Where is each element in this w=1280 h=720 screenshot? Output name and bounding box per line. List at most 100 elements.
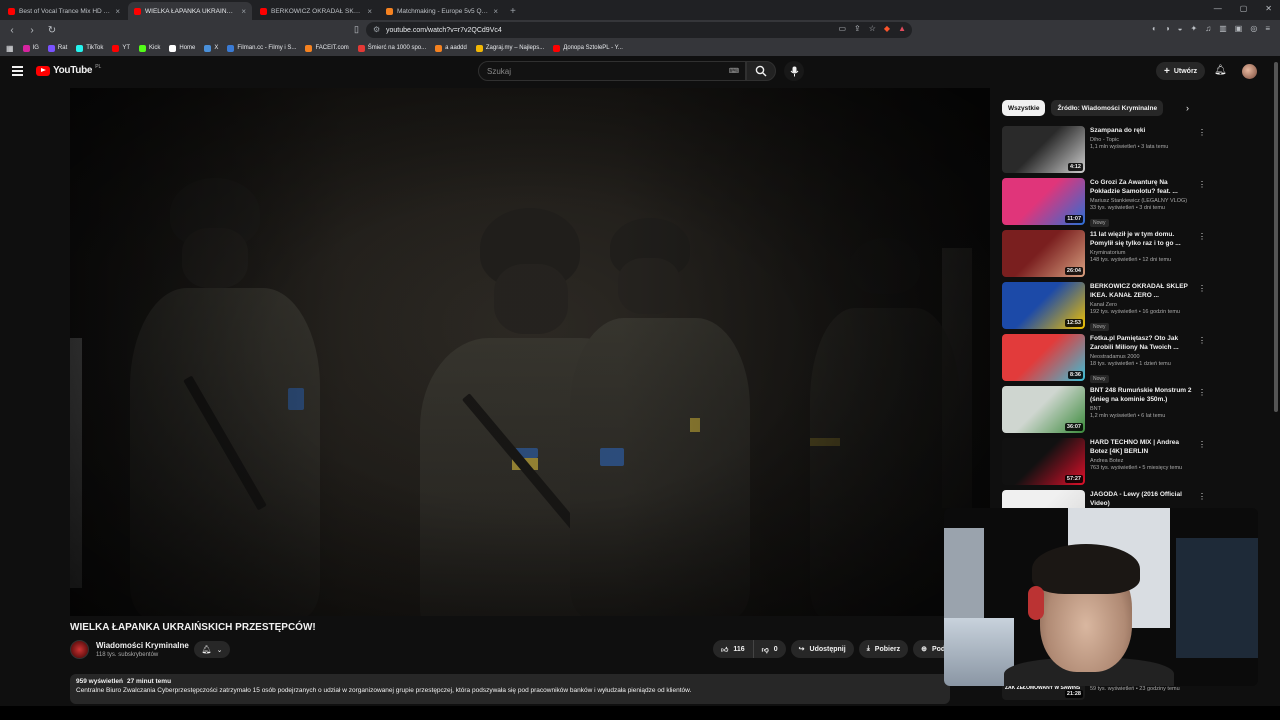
video-thumbnail[interactable]: 57:27 (1002, 438, 1085, 485)
channel-avatar[interactable] (70, 640, 89, 659)
sidebar-icon[interactable]: ▥ (1219, 24, 1227, 33)
bookmark-item[interactable]: Допора SztolePL - Y... (553, 44, 623, 52)
recommendation-item[interactable]: 36:07 BNT 248 Rumuńskie Monstrum 2 (śnieg… (1002, 386, 1212, 436)
bookmark-item[interactable]: X (204, 44, 218, 52)
share-button[interactable]: ↪ Udostępnij (790, 640, 854, 658)
channel-name[interactable]: Kanał Zero (1090, 302, 1198, 308)
bookmark-icon[interactable]: ▯ (354, 24, 359, 35)
video-title[interactable]: BERKOWICZ OKRADAŁ SKLEP IKEA. KANAŁ ZERO… (1090, 282, 1198, 300)
video-title[interactable]: HARD TECHNO MIX | Andrea Botez [4K] BERL… (1090, 438, 1198, 456)
close-tab-icon[interactable]: × (241, 7, 246, 16)
more-options-icon[interactable]: ⋮ (1198, 180, 1206, 189)
channel-name[interactable]: Andrea Botez (1090, 458, 1198, 464)
bookmark-item[interactable]: Filman.cc - Filmy i S... (227, 44, 296, 52)
media-icon[interactable]: ♫ (1205, 24, 1211, 33)
maximize-icon[interactable]: ▢ (1240, 4, 1248, 13)
youtube-logo[interactable]: YouTube PL (36, 64, 101, 76)
close-window-icon[interactable]: ✕ (1265, 4, 1272, 13)
more-options-icon[interactable]: ⋮ (1198, 440, 1206, 449)
more-options-icon[interactable]: ⋮ (1198, 232, 1206, 241)
channel-name[interactable]: Neostradamus 2000 (1090, 354, 1198, 360)
bookmark-item[interactable]: IG (22, 44, 39, 52)
video-player[interactable] (70, 88, 990, 616)
browser-tab[interactable]: Best of Vocal Trance Mix HD - YouTu...× (2, 2, 126, 20)
bookmark-item[interactable]: Home (169, 44, 195, 52)
channel-name[interactable]: BNT (1090, 406, 1198, 412)
notifications-bell-icon[interactable]: 🔔︎ (1214, 65, 1227, 76)
voice-search-button[interactable] (784, 61, 804, 81)
create-button[interactable]: + Utwórz (1156, 62, 1206, 80)
reload-icon[interactable]: ↻ (44, 25, 60, 36)
video-thumbnail[interactable]: 26:04 (1002, 230, 1085, 277)
rewards-icon[interactable]: ▲ (898, 24, 906, 33)
install-icon[interactable]: ▭ (838, 24, 846, 33)
dislike-button[interactable]: 👎︎ 0 (753, 640, 786, 658)
channel-name[interactable]: Wiadomości Kryminalne (96, 641, 189, 650)
description-box[interactable]: 959 wyświetleń 27 minut temu Centralne B… (70, 674, 950, 704)
new-tab-icon[interactable]: + (510, 6, 516, 17)
search-button[interactable] (746, 61, 776, 81)
hamburger-menu-icon[interactable] (12, 66, 23, 78)
subscription-notifications-button[interactable]: 🔔︎ ⌄ (194, 641, 230, 658)
bookmark-item[interactable]: a aaddd (435, 44, 467, 52)
bookmark-item[interactable]: YT (112, 44, 130, 52)
video-title[interactable]: Co Grozi Za Awanturę Na Pokładzie Samolo… (1090, 178, 1198, 196)
close-tab-icon[interactable]: × (115, 7, 120, 16)
close-tab-icon[interactable]: × (367, 7, 372, 16)
bookmark-item[interactable]: Rat (47, 44, 67, 52)
close-tab-icon[interactable]: × (493, 7, 498, 16)
extension-icon[interactable]: ◐ (1152, 24, 1157, 33)
recommendation-item[interactable]: 26:04 11 lat więził je w tym domu. Pomyli… (1002, 230, 1212, 280)
apps-grid-icon[interactable]: ▦ (6, 44, 14, 53)
wallet-icon[interactable]: ▣ (1235, 24, 1243, 33)
extension-icon[interactable]: ◑ (1165, 24, 1170, 33)
star-icon[interactable]: ☆ (869, 24, 876, 33)
video-thumbnail[interactable]: 36:07 (1002, 386, 1085, 433)
bookmark-item[interactable]: TikTok (76, 44, 103, 52)
back-icon[interactable]: ‹ (4, 25, 20, 36)
menu-icon[interactable]: ≡ (1265, 24, 1270, 33)
vpn-icon[interactable]: ◎ (1250, 24, 1257, 33)
video-title[interactable]: JAGODA - Lewy (2016 Official Video) (1090, 490, 1198, 508)
recommendation-item[interactable]: 57:27 HARD TECHNO MIX | Andrea Botez [4K]… (1002, 438, 1212, 488)
video-title[interactable]: 11 lat więził je w tym domu. Pomylił się… (1090, 230, 1198, 248)
video-title[interactable]: Szampana do ręki (1090, 126, 1198, 135)
more-options-icon[interactable]: ⋮ (1198, 492, 1206, 501)
bookmark-item[interactable]: FACEIT.com (305, 44, 349, 52)
video-thumbnail[interactable]: 11:07 (1002, 178, 1085, 225)
share-icon[interactable]: ⇪ (854, 24, 861, 33)
channel-name[interactable]: Mariusz Stankiewicz (LEGALNY VLOG) (1090, 198, 1198, 204)
browser-tab[interactable]: WIELKA ŁAPANKA UKRAIŃSKI... × (128, 2, 252, 20)
video-thumbnail[interactable]: 12:53 (1002, 282, 1085, 329)
bookmark-item[interactable]: Śmierć na 1000 spo... (357, 44, 426, 52)
recommendation-item[interactable]: 8:36 Fotka.pl Pamiętasz? Oto Jak Zarobili… (1002, 334, 1212, 384)
brave-shield-icon[interactable]: ◆ (884, 24, 890, 33)
address-bar[interactable]: ⚙ youtube.com/watch?v=r7v2QCd9Vc4 ▭ ⇪ ☆ … (366, 22, 912, 38)
recommendation-item[interactable]: 4:12 Szampana do ręki Diho - Topic 1,1 mln … (1002, 126, 1212, 176)
puzzle-icon[interactable]: ✦ (1191, 24, 1198, 33)
browser-tab[interactable]: Matchmaking - Europe 5v5 Queue × (380, 2, 504, 20)
channel-name[interactable]: Kryminatorium (1090, 250, 1198, 256)
video-title[interactable]: BNT 248 Rumuńskie Monstrum 2 (śnieg na k… (1090, 386, 1198, 404)
bookmark-item[interactable]: Kick (139, 44, 160, 52)
bookmark-item[interactable]: Zagraj.my – Najleps... (475, 44, 544, 52)
video-thumbnail[interactable]: 8:36 (1002, 334, 1085, 381)
filter-chip[interactable]: Wszystkie (1002, 100, 1046, 116)
page-scrollbar[interactable] (1274, 62, 1278, 412)
forward-icon[interactable]: › (24, 25, 40, 36)
video-title[interactable]: Fotka.pl Pamiętasz? Oto Jak Zarobili Mil… (1090, 334, 1198, 352)
recommendation-item[interactable]: 12:53 BERKOWICZ OKRADAŁ SKLEP IKEA. KANAŁ… (1002, 282, 1212, 332)
chevron-right-icon[interactable]: › (1186, 103, 1189, 113)
channel-name[interactable]: Diho - Topic (1090, 137, 1198, 143)
site-info-icon[interactable]: ⚙ (373, 25, 380, 34)
video-thumbnail[interactable]: 4:12 (1002, 126, 1085, 173)
more-options-icon[interactable]: ⋮ (1198, 388, 1206, 397)
download-button[interactable]: ⤓ Pobierz (858, 640, 909, 658)
extension-icon[interactable]: ◒ (1178, 24, 1183, 33)
more-options-icon[interactable]: ⋮ (1198, 128, 1206, 137)
minimize-icon[interactable]: — (1214, 4, 1222, 13)
search-input[interactable]: Szukaj ⌨ (478, 61, 746, 81)
recommendation-item[interactable]: 11:07 Co Grozi Za Awanturę Na Pokładzie S… (1002, 178, 1212, 228)
more-options-icon[interactable]: ⋮ (1198, 284, 1206, 293)
browser-tab[interactable]: BERKOWICZ OKRADAŁ SKLEP IKEA. K... × (254, 2, 378, 20)
